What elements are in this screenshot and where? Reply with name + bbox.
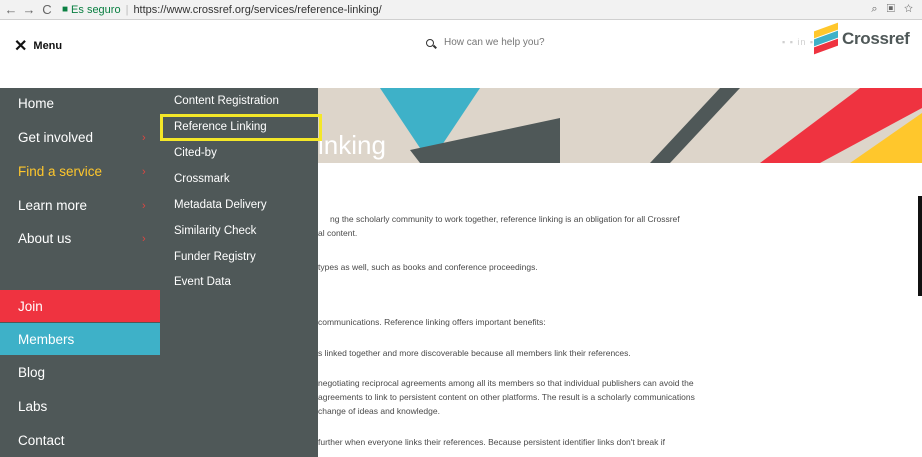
- menu-label: Menu: [33, 40, 63, 52]
- content-text: further when everyone links their refere…: [318, 437, 665, 447]
- nav-item-contact[interactable]: Contact: [0, 424, 160, 456]
- nav-item-home[interactable]: Home: [18, 96, 54, 111]
- join-button[interactable]: Join: [0, 290, 160, 322]
- selection-highlight: [160, 114, 322, 141]
- content-text: types as well, such as books and confere…: [318, 262, 538, 272]
- browser-toolbar: ← → C ■ Es seguro | https://www.crossref…: [0, 0, 922, 20]
- reload-icon[interactable]: C: [40, 2, 54, 17]
- services-submenu: Content Registration Reference Linking C…: [160, 88, 318, 457]
- search-input[interactable]: How can we help you?: [426, 37, 545, 48]
- site-header: [0, 21, 922, 87]
- forward-arrow-icon[interactable]: →: [22, 2, 36, 17]
- scroll-indicator: [918, 196, 922, 296]
- content-text: change of ideas and knowledge.: [318, 406, 440, 416]
- secure-label: Es seguro: [71, 3, 121, 16]
- logo-text: Crossref: [842, 29, 910, 48]
- content-text: communications. Reference linking offers…: [318, 317, 546, 327]
- members-button[interactable]: Members: [0, 323, 160, 355]
- nav-item-get-involved[interactable]: Get involved: [18, 130, 93, 145]
- crossref-logo[interactable]: Crossref: [814, 22, 910, 55]
- address-bar[interactable]: https://www.crossref.org/services/refere…: [133, 4, 381, 16]
- url-scheme: https://: [133, 3, 167, 16]
- page-title: inking: [318, 130, 386, 160]
- lock-icon: ■: [62, 4, 69, 15]
- content-text: s linked together and more discoverable …: [318, 348, 631, 358]
- content-text: al content.: [318, 228, 358, 238]
- chevron-right-icon: ›: [142, 200, 146, 212]
- submenu-item-event-data[interactable]: Event Data: [174, 276, 231, 288]
- url-text: www.crossref.org/services/reference-link…: [166, 3, 382, 16]
- chevron-right-icon: ›: [142, 233, 146, 245]
- url-separator: |: [125, 3, 129, 16]
- submenu-item-crossmark[interactable]: Crossmark: [174, 173, 230, 185]
- nav-item-learn-more[interactable]: Learn more: [18, 198, 87, 213]
- submenu-item-funder-registry[interactable]: Funder Registry: [174, 251, 256, 263]
- main-nav: Home Get involved › Find a service › Lea…: [0, 88, 160, 457]
- menu-button[interactable]: ✕ Menu: [14, 36, 62, 56]
- crossref-logo-mark: [814, 22, 838, 55]
- nav-item-labs[interactable]: Labs: [0, 390, 160, 422]
- submenu-item-metadata-delivery[interactable]: Metadata Delivery: [174, 199, 267, 211]
- chevron-right-icon: ›: [142, 132, 146, 144]
- nav-item-blog[interactable]: Blog: [0, 356, 160, 388]
- close-icon: ✕: [14, 38, 28, 55]
- search-icon: [426, 38, 434, 47]
- nav-item-about-us[interactable]: About us: [18, 231, 71, 246]
- nav-item-find-a-service[interactable]: Find a service: [18, 164, 102, 179]
- content-text: agreements to link to persistent content…: [318, 392, 695, 402]
- submenu-item-similarity-check[interactable]: Similarity Check: [174, 225, 256, 237]
- content-text: negotiating reciprocal agreements among …: [318, 378, 694, 388]
- submenu-item-content-registration[interactable]: Content Registration: [174, 95, 279, 107]
- browser-actions[interactable]: ⌕ ▣ ☆: [871, 3, 916, 16]
- submenu-item-cited-by[interactable]: Cited-by: [174, 147, 217, 159]
- content-text: ng the scholarly community to work toget…: [330, 214, 680, 224]
- search-placeholder: How can we help you?: [444, 37, 545, 48]
- back-arrow-icon[interactable]: ←: [4, 2, 18, 17]
- chevron-right-icon: ›: [142, 166, 146, 178]
